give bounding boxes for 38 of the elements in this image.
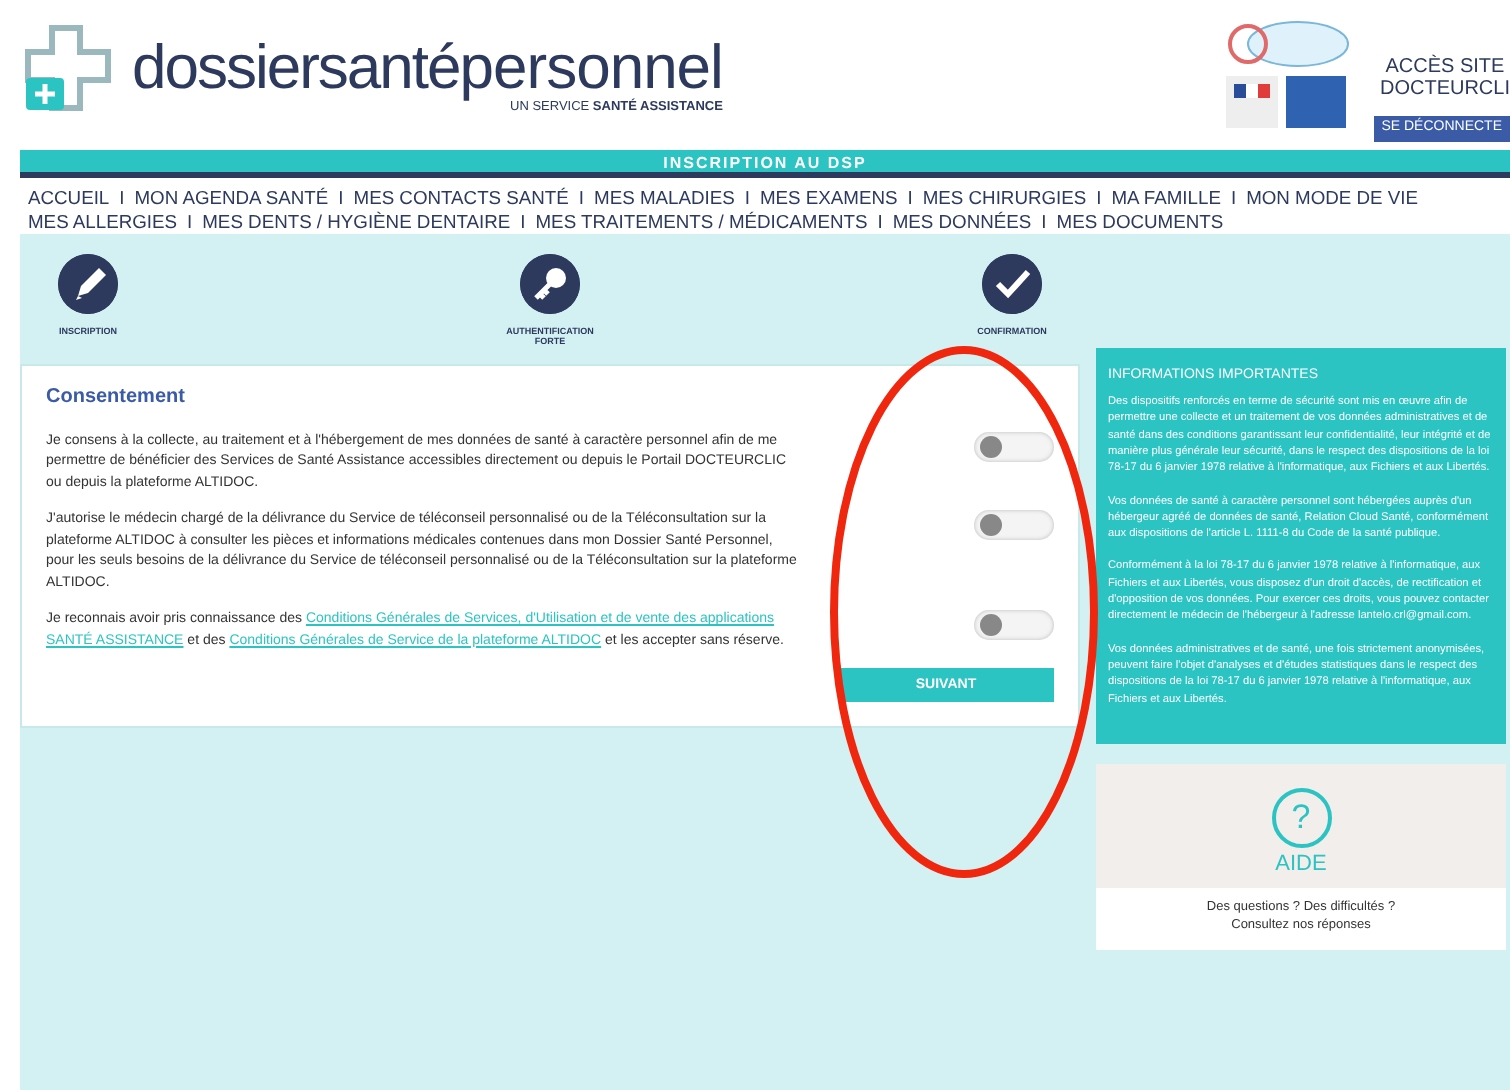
nav-link[interactable]: MES ALLERGIES [28, 210, 178, 234]
nav-link[interactable]: MES MALADIES [594, 186, 735, 210]
nav-separator: I [520, 210, 526, 234]
logo-text: personnel [459, 36, 723, 98]
site-link[interactable]: ACCÈS SITE DOCTEURCLI [1379, 56, 1510, 100]
nav-link[interactable]: MA FAMILLE [1111, 186, 1221, 210]
check-step-icon [982, 254, 1042, 314]
pencil-step-icon [58, 254, 118, 314]
card-title: Consentement [46, 383, 187, 412]
nav-separator: I [744, 186, 750, 210]
nav-link[interactable]: MON AGENDA SANTÉ [134, 186, 329, 210]
nav-link[interactable]: MES CONTACTS SANTÉ [353, 186, 569, 210]
nav-separator: I [338, 186, 344, 210]
nav-separator: I [1096, 186, 1102, 210]
nav-link[interactable]: MES DENTS / HYGIÈNE DENTAIRE [202, 210, 511, 234]
nav-link[interactable]: MES CHIRURGIES [922, 186, 1087, 210]
nav-separator: I [877, 210, 883, 234]
nav-separator: I [187, 210, 193, 234]
nav-separator: I [1230, 186, 1237, 210]
help-icon: ? [1271, 787, 1331, 848]
nav-link[interactable]: MES TRAITEMENTS / MÉDICAMENTS [535, 210, 868, 234]
nav-link[interactable]: MES EXAMENS [759, 186, 898, 210]
consent-toggle[interactable] [974, 610, 1054, 641]
nav-separator: I [1041, 210, 1047, 234]
consent-toggle[interactable] [974, 431, 1054, 462]
nav-link[interactable]: ACCUEIL [28, 186, 110, 210]
nav-link[interactable]: MON MODE DE VIE [1246, 186, 1419, 210]
help-title: AIDE [1273, 849, 1329, 880]
page-title-bar: INSCRIPTION AU DSP [20, 150, 1510, 178]
consent-toggle[interactable] [974, 510, 1054, 541]
nav-link[interactable]: MES DONNÉES [892, 210, 1032, 234]
logo-icon [20, 20, 116, 116]
logo-text: dossiersanté [132, 36, 460, 98]
nav-separator: I [578, 186, 585, 210]
nav-link[interactable]: MES DOCUMENTS [1056, 210, 1224, 234]
key-step-icon [520, 254, 580, 314]
nav-separator: I [119, 186, 125, 210]
nav-separator: I [907, 186, 913, 210]
